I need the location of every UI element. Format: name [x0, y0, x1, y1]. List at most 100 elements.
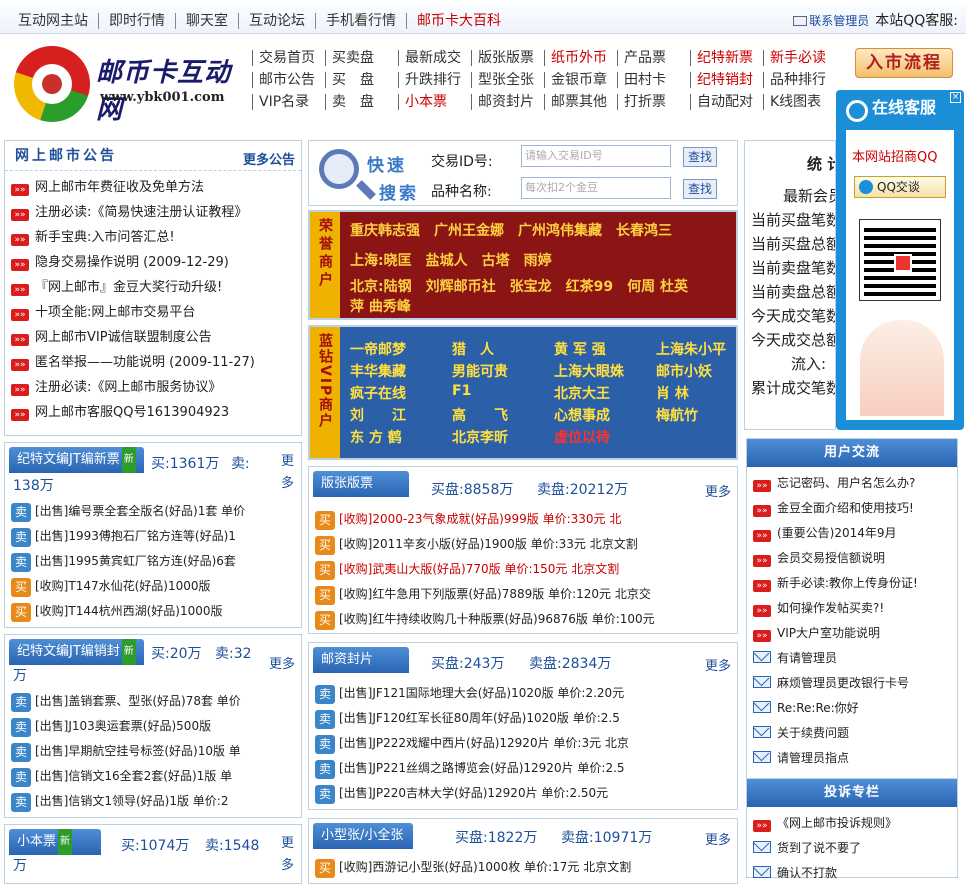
forum-thread-item[interactable]: »» 《网上邮市投诉规则》: [747, 811, 957, 836]
forum-thread-item[interactable]: 麻烦管理员更改银行卡号: [747, 671, 957, 696]
main-nav-item[interactable]: 打折票: [617, 94, 690, 110]
trade-id-input[interactable]: 请输入交易ID号: [521, 145, 671, 167]
trade-row[interactable]: 卖 [出售]J103奥运套票(好品)500版: [5, 714, 301, 739]
vip-merchant-link[interactable]: 北京大王: [554, 383, 610, 403]
main-nav-item[interactable]: 纪特销封: [690, 72, 763, 88]
forum-thread-item[interactable]: 货到了说不要了: [747, 836, 957, 861]
jt-cancel-more-link[interactable]: 更多: [269, 653, 295, 672]
trade-row[interactable]: 卖 [出售]编号票全套全版名(好品)1套 单价: [5, 499, 301, 524]
vip-merchant-link[interactable]: 男能可贵: [452, 361, 508, 381]
notice-item[interactable]: »» 注册必读:《简易快速注册认证教程》: [5, 200, 301, 225]
forum-thread-item[interactable]: 关于续费问题: [747, 721, 957, 746]
main-nav-item[interactable]: 邮资封片: [471, 94, 544, 110]
booklet-tab[interactable]: 小本票新: [9, 829, 101, 855]
variety-name-input[interactable]: 每次扣2个金豆: [521, 177, 671, 199]
notice-item[interactable]: »» 新手宝典:入市问答汇总!: [5, 225, 301, 250]
trade-row[interactable]: 卖 [出售]JP220吉林大学(好品)12920片 单价:2.50元: [309, 781, 737, 806]
forum-thread-item[interactable]: »» VIP大户室功能说明: [747, 621, 957, 646]
vip-merchant-link[interactable]: 虚位以待: [554, 427, 610, 447]
vip-merchant-link[interactable]: 疯子在线: [350, 383, 406, 403]
forum-thread-item[interactable]: 请管理员指点: [747, 746, 957, 771]
vip-merchant-link[interactable]: 东 方 鹤: [350, 427, 402, 447]
close-icon[interactable]: ×: [950, 92, 961, 103]
main-nav-item[interactable]: 新手必读: [763, 50, 836, 66]
trade-row[interactable]: 卖 [出售]JF121国际地理大会(好品)1020版 单价:2.20元: [309, 681, 737, 706]
qq-chat-button[interactable]: QQ交谈: [854, 176, 946, 198]
trade-row[interactable]: 买 [收购]武夷山大版(好品)770版 单价:150元 北京文割: [309, 557, 737, 582]
top-link[interactable]: 聊天室: [176, 13, 239, 29]
forum-thread-item[interactable]: »» 会员交易授信额说明: [747, 546, 957, 571]
souvenir-sheet-more-link[interactable]: 更多: [705, 829, 731, 848]
main-nav-item[interactable]: 买 盘: [325, 72, 398, 88]
main-nav-item[interactable]: 邮票其他: [544, 94, 617, 110]
trade-row[interactable]: 卖 [出售]盖销套票、型张(好品)78套 单价: [5, 689, 301, 714]
trade-row[interactable]: 卖 [出售]JP221丝绸之路博览会(好品)12920片 单价:2.5: [309, 756, 737, 781]
jt-new-tab[interactable]: 纪特文编JT编新票新: [9, 447, 144, 473]
main-nav-item[interactable]: 金银币章: [544, 72, 617, 88]
main-nav-item[interactable]: 田村卡: [617, 72, 690, 88]
vip-merchant-link[interactable]: F1: [452, 383, 471, 399]
trade-row[interactable]: 买 [收购]2011辛亥小版(好品)1900版 单价:33元 北京文割: [309, 532, 737, 557]
main-nav-item[interactable]: 版张版票: [471, 50, 544, 66]
main-nav-item[interactable]: VIP名录: [252, 94, 325, 110]
honor-row[interactable]: 重庆韩志强 广州王金娜 广州鸿伟集藏 长春鸿三: [350, 220, 672, 240]
site-logo[interactable]: 邮币卡互动网 www.ybk001.com: [14, 46, 254, 125]
entry-process-button[interactable]: 入市流程: [855, 48, 953, 78]
forum-thread-item[interactable]: »» (重要公告)2014年9月: [747, 521, 957, 546]
main-nav-item[interactable]: 升跌排行: [398, 72, 471, 88]
vip-merchant-link[interactable]: 上海大眼姝: [554, 361, 624, 381]
contact-admin-link[interactable]: 联系管理员: [809, 14, 869, 28]
notice-item[interactable]: »» 网上邮市年费征收及免单方法: [5, 175, 301, 200]
trade-row[interactable]: 卖 [出售]早期航空挂号标签(好品)10版 单: [5, 739, 301, 764]
main-nav-item[interactable]: 小本票: [398, 94, 471, 110]
top-link[interactable]: 即时行情: [99, 13, 176, 29]
forum-thread-item[interactable]: »» 新手必读:教你上传身份证!: [747, 571, 957, 596]
main-nav-item[interactable]: 自动配对: [690, 94, 763, 110]
main-nav-item[interactable]: 型张全张: [471, 72, 544, 88]
top-link-encyclopedia[interactable]: 邮币卡大百科: [407, 13, 511, 29]
postal-stationery-tab[interactable]: 邮资封片: [313, 647, 409, 673]
notice-item[interactable]: »» 十项全能:网上邮市交易平台: [5, 300, 301, 325]
trade-row[interactable]: 卖 [出售]JP222戏耀中西片(好品)12920片 单价:3元 北京: [309, 731, 737, 756]
trade-row[interactable]: 卖 [出售]1993傅抱石厂铭方连等(好品)1: [5, 524, 301, 549]
notice-item[interactable]: »» 隐身交易操作说明 (2009-12-29): [5, 250, 301, 275]
honor-row[interactable]: 萍 曲秀峰: [350, 296, 411, 316]
honor-row[interactable]: 北京:陆钢 刘辉邮币社 张宝龙 红茶99 何周 杜英: [350, 276, 688, 296]
notice-item[interactable]: »» 网上邮市客服QQ号1613904923: [5, 400, 301, 425]
notice-item[interactable]: »» 『网上邮市』金豆大奖行动升级!: [5, 275, 301, 300]
jt-new-more-link[interactable]: 更多: [281, 451, 295, 495]
sheet-more-link[interactable]: 更多: [705, 481, 731, 500]
vip-merchant-link[interactable]: 高 飞: [452, 405, 508, 425]
vip-merchant-link[interactable]: 猎 人: [452, 339, 494, 359]
vip-merchant-link[interactable]: 上海朱小平: [656, 339, 726, 359]
vip-merchant-link[interactable]: 邮市小妖: [656, 361, 712, 381]
trade-row[interactable]: 买 [收购]T144杭州西湖(好品)1000版: [5, 599, 301, 624]
vip-merchant-link[interactable]: 肖 林: [656, 383, 689, 403]
trade-row[interactable]: 卖 [出售]信销文1领导(好品)1版 单价:2: [5, 789, 301, 814]
vip-merchant-link[interactable]: 刘 江: [350, 405, 406, 425]
souvenir-sheet-tab[interactable]: 小型张/小全张: [313, 823, 413, 849]
honor-row[interactable]: 上海:晓匡 盐城人 古塔 雨婷: [350, 250, 552, 270]
vip-merchant-link[interactable]: 黄 军 强: [554, 339, 606, 359]
trade-id-search-button[interactable]: 查找: [683, 147, 717, 167]
vip-merchant-link[interactable]: 一帝邮梦: [350, 339, 406, 359]
main-nav-item[interactable]: 纪特新票: [690, 50, 763, 66]
forum-thread-item[interactable]: 确认不打款: [747, 861, 957, 886]
trade-row[interactable]: 买 [收购]T147水仙花(好品)1000版: [5, 574, 301, 599]
main-nav-item[interactable]: 卖 盘: [325, 94, 398, 110]
top-link[interactable]: 互动网主站: [8, 13, 99, 29]
top-link[interactable]: 手机看行情: [316, 13, 407, 29]
postal-stationery-more-link[interactable]: 更多: [705, 655, 731, 674]
forum-thread-item[interactable]: »» 忘记密码、用户名怎么办?: [747, 471, 957, 496]
main-nav-item[interactable]: 买卖盘: [325, 50, 398, 66]
sheet-tab[interactable]: 版张版票: [313, 471, 409, 497]
main-nav-item[interactable]: 邮市公告: [252, 72, 325, 88]
forum-thread-item[interactable]: 有请管理员: [747, 646, 957, 671]
jt-cancel-tab[interactable]: 纪特文编JT编销封新: [9, 639, 144, 665]
main-nav-item[interactable]: 最新成交: [398, 50, 471, 66]
trade-row[interactable]: 买 [收购]红牛持续收购几十种版票(好品)96876版 单价:100元: [309, 607, 737, 632]
trade-row[interactable]: 卖 [出售]1995黄宾虹厂铭方连(好品)6套: [5, 549, 301, 574]
trade-row[interactable]: 卖 [出售]JF120红军长征80周年(好品)1020版 单价:2.5: [309, 706, 737, 731]
variety-name-search-button[interactable]: 查找: [683, 179, 717, 199]
trade-row[interactable]: 买 [收购]红牛急用下列版票(好品)7889版 单价:120元 北京交: [309, 582, 737, 607]
